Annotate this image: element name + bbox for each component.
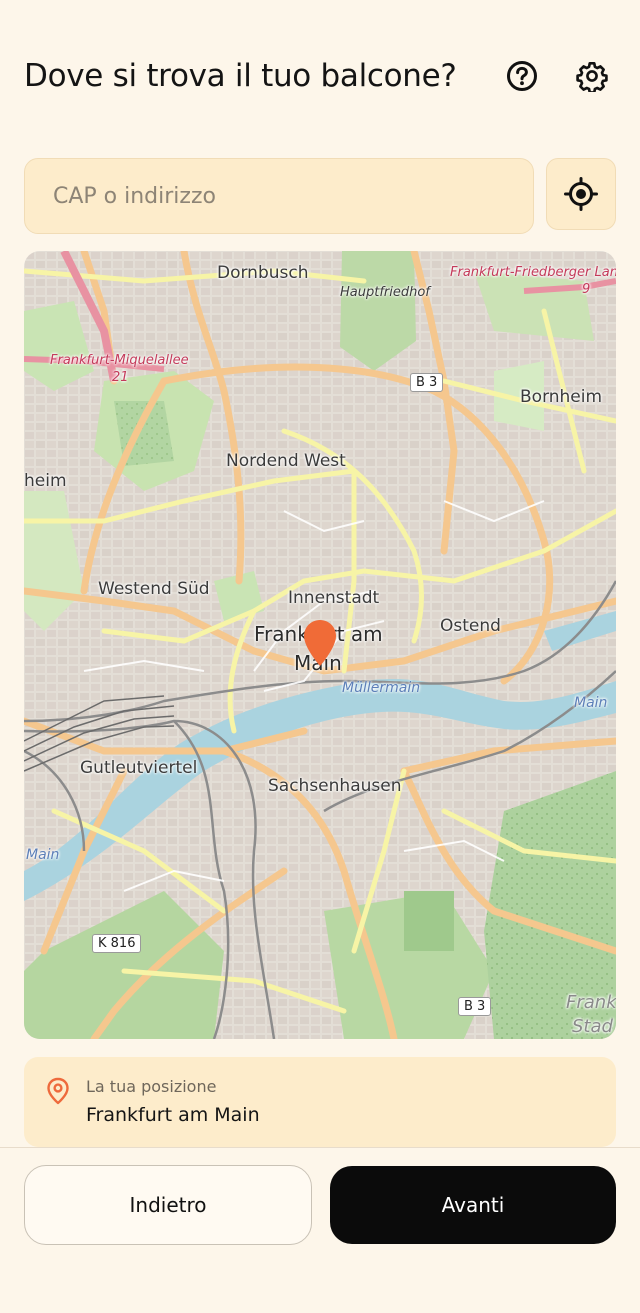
- map-label-hauptfriedhof: Hauptfriedhof: [340, 285, 430, 300]
- help-button[interactable]: [498, 52, 546, 100]
- help-circle-icon: [507, 61, 537, 91]
- footer-divider: [0, 1147, 640, 1148]
- search-row: [24, 158, 616, 234]
- road-badge-b3-top: B 3: [410, 373, 444, 392]
- map-view[interactable]: Dornbusch Hauptfriedhof Frankfurt-Friedb…: [24, 251, 616, 1039]
- location-text: La tua posizione Frankfurt am Main: [86, 1077, 260, 1127]
- map-label-main-right: Main: [574, 695, 608, 711]
- map-label-dornbusch: Dornbusch: [217, 263, 309, 283]
- back-button[interactable]: Indietro: [24, 1165, 312, 1245]
- map-label-westend-sud: Westend Süd: [98, 579, 210, 599]
- map-pin-icon[interactable]: [303, 619, 337, 667]
- map-label-heim: heim: [24, 471, 67, 491]
- map-label-frank: Frank: [566, 992, 616, 1013]
- map-label-friedberger-num: 9: [582, 282, 591, 297]
- map-label-stad: Stad: [572, 1016, 613, 1037]
- address-search-input[interactable]: [24, 158, 534, 234]
- map-label-miquel-num: 21: [112, 370, 129, 385]
- map-label-gutleutviertel: Gutleutviertel: [80, 758, 198, 778]
- footer: Indietro Avanti: [24, 1165, 616, 1245]
- road-badge-k816: K 816: [92, 934, 142, 953]
- map-label-friedberger: Frankfurt-Friedberger Lan: [450, 265, 616, 280]
- next-button[interactable]: Avanti: [330, 1166, 616, 1244]
- map-label-innenstadt: Innenstadt: [288, 588, 380, 608]
- map-label-ostend: Ostend: [440, 616, 501, 636]
- map-label-bornheim: Bornheim: [520, 387, 603, 407]
- location-value: Frankfurt am Main: [86, 1104, 260, 1126]
- map-label-sachsenhausen: Sachsenhausen: [268, 776, 402, 796]
- header-actions: [498, 52, 616, 100]
- map-label-mullermain: Müllermain: [342, 680, 421, 696]
- map-label-nordend-west: Nordend West: [226, 451, 346, 471]
- crosshair-locate-icon: [564, 177, 598, 211]
- location-caption: La tua posizione: [86, 1077, 217, 1096]
- road-badge-b3-bottom: B 3: [458, 997, 492, 1016]
- map-label-main-left: Main: [26, 847, 60, 863]
- settings-button[interactable]: [568, 52, 616, 100]
- header: Dove si trova il tuo balcone?: [24, 48, 616, 104]
- map-label-miquelallee: Frankfurt-Miquelallee: [50, 353, 189, 368]
- gear-icon: [576, 62, 608, 92]
- locate-me-button[interactable]: [546, 158, 616, 230]
- page-title: Dove si trova il tuo balcone?: [24, 58, 457, 94]
- location-card: La tua posizione Frankfurt am Main: [24, 1057, 616, 1147]
- location-pin-icon: [47, 1077, 69, 1105]
